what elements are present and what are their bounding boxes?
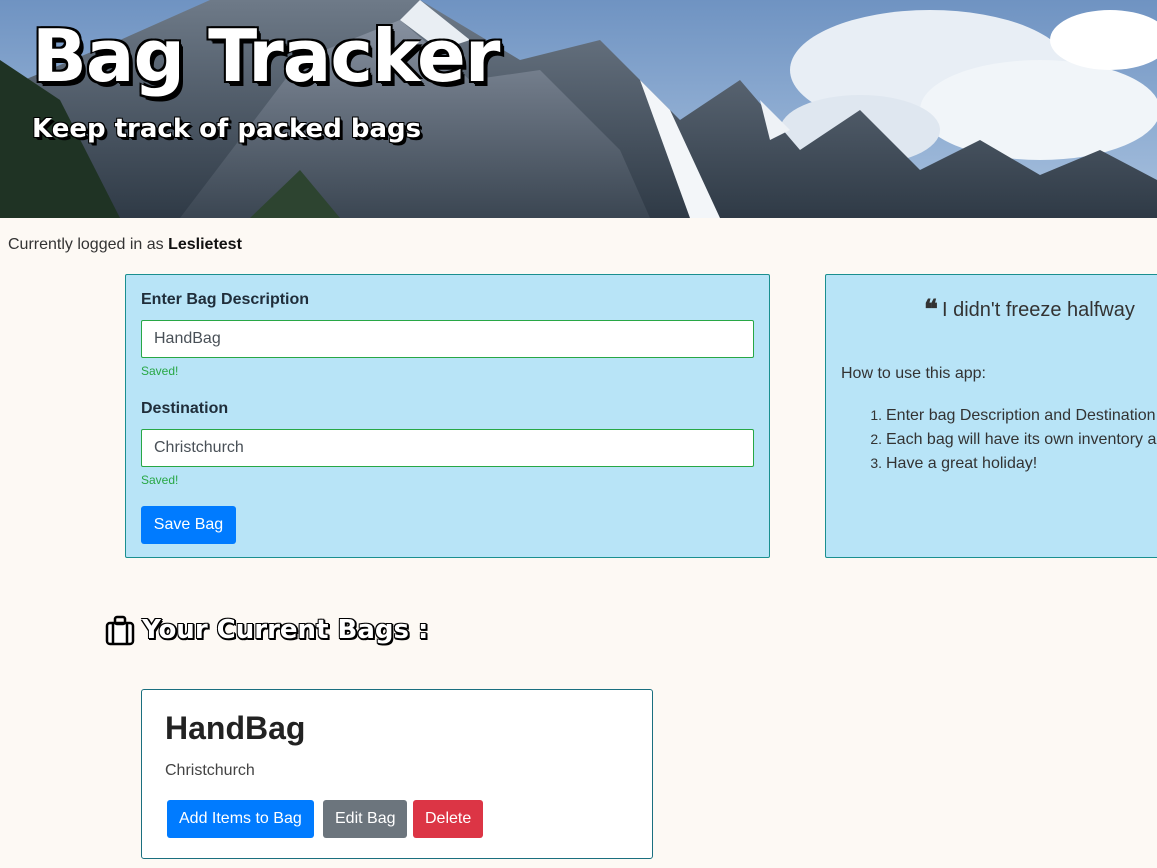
bag-name: HandBag [165,710,306,746]
how-to-step: 3. Have a great holiday! [870,455,1038,472]
login-prefix: Currently logged in as [8,236,164,253]
how-to-step: 1. Enter bag Description and Destination [870,407,1156,424]
app-subtitle: Keep track of packed bags [32,114,422,144]
bag-form-panel: Enter Bag Description HandBag Saved! Des… [125,274,770,558]
current-bags-heading: Your Current Bags : [104,612,428,648]
how-to-title: How to use this app: [841,365,986,382]
how-to-step: 2. Each bag will have its own inventory a [870,431,1157,448]
edit-bag-button[interactable]: Edit Bag [323,800,408,838]
quote-text: I didn't freeze halfway [942,299,1135,321]
description-input[interactable]: HandBag [141,320,754,358]
info-panel: ❝ I didn't freeze halfway How to use this… [825,274,1157,558]
add-items-button[interactable]: Add Items to Bag [167,800,314,838]
login-username: Leslietest [168,236,242,253]
bag-destination: Christchurch [165,762,255,779]
bag-card: HandBag Christchurch Add Items to Bag Ed… [141,689,653,859]
destination-label: Destination [141,400,229,417]
quote: ❝ I didn't freeze halfway [924,295,1135,325]
description-saved-status: Saved! [141,364,179,378]
delete-bag-button[interactable]: Delete [413,800,484,838]
suitcase-icon [105,615,135,646]
login-status: Currently logged in as Leslietest [8,236,242,254]
current-bags-title: Your Current Bags : [142,615,429,645]
destination-input[interactable]: Christchurch [141,429,754,467]
hero-banner: Bag Tracker Keep track of packed bags [0,0,1157,218]
save-bag-button[interactable]: Save Bag [141,506,236,544]
destination-saved-status: Saved! [141,473,179,487]
app-title: Bag Tracker [32,14,500,98]
description-label: Enter Bag Description [141,291,310,308]
quote-left-icon: ❝ [924,295,938,325]
how-to-steps: 1. Enter bag Description and Destination … [866,403,1156,475]
